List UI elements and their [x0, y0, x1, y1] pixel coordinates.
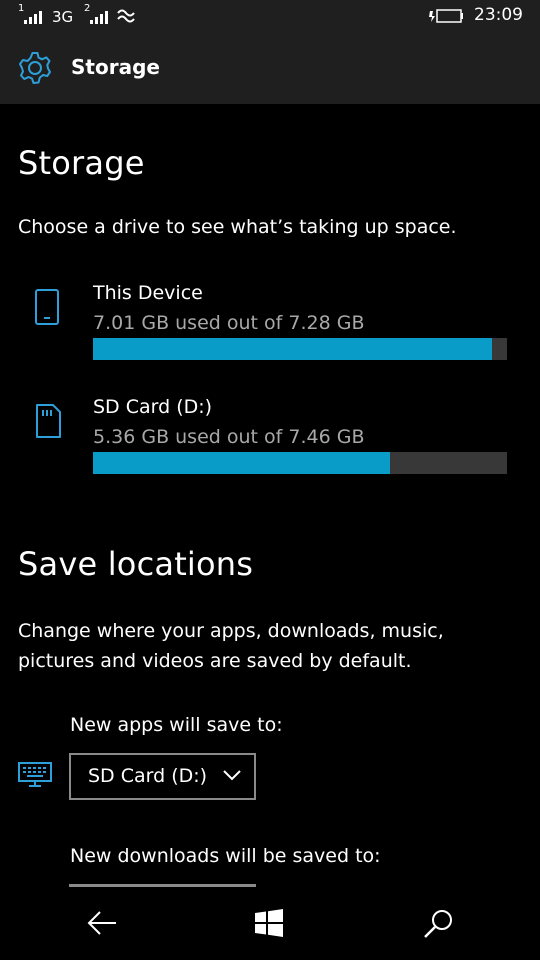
- drive-sd-card[interactable]: SD Card (D:) 5.36 GB used out of 7.46 GB: [0, 396, 540, 476]
- drive-name: SD Card (D:): [93, 396, 213, 418]
- new-apps-location-dropdown[interactable]: SD Card (D:): [69, 753, 256, 800]
- phone-icon: [35, 289, 59, 325]
- new-downloads-label: New downloads will be saved to:: [70, 845, 381, 867]
- drive-this-device[interactable]: This Device 7.01 GB used out of 7.28 GB: [0, 282, 540, 362]
- title-bar: Storage: [0, 32, 540, 104]
- back-button[interactable]: [86, 908, 118, 938]
- storage-heading: Storage: [18, 144, 145, 182]
- drive-usage-fill: [93, 452, 391, 474]
- new-apps-label: New apps will save to:: [70, 714, 283, 736]
- app-title: Storage: [71, 55, 160, 79]
- drive-usage: 5.36 GB used out of 7.46 GB: [93, 426, 365, 448]
- save-locations-description-line2: pictures and videos are saved by default…: [18, 650, 412, 672]
- drive-usage-fill: [93, 338, 492, 360]
- apps-keyboard-icon: [18, 762, 52, 787]
- status-bar: 1 3G 2 23:09: [0, 0, 540, 32]
- windows-start-button[interactable]: [254, 908, 284, 938]
- drive-usage: 7.01 GB used out of 7.28 GB: [93, 312, 365, 334]
- save-locations-description-line1: Change where your apps, downloads, music…: [18, 620, 444, 642]
- navigation-bar: [0, 888, 540, 960]
- drive-usage-bar: [93, 338, 507, 360]
- network-type: 3G: [52, 8, 74, 26]
- chevron-down-icon: [223, 770, 241, 781]
- drive-usage-bar: [93, 452, 507, 474]
- gear-icon: [19, 52, 51, 84]
- sd-card-icon: [36, 404, 61, 438]
- search-button[interactable]: [422, 908, 454, 940]
- storage-description: Choose a drive to see what’s taking up s…: [18, 216, 457, 238]
- drive-name: This Device: [93, 282, 203, 304]
- save-locations-heading: Save locations: [18, 545, 254, 583]
- clock: 23:09: [474, 5, 523, 25]
- new-apps-location-value: SD Card (D:): [88, 765, 208, 787]
- new-downloads-location-dropdown[interactable]: [69, 884, 256, 887]
- data-activity-icon: [117, 9, 135, 23]
- battery-icon: [429, 9, 463, 23]
